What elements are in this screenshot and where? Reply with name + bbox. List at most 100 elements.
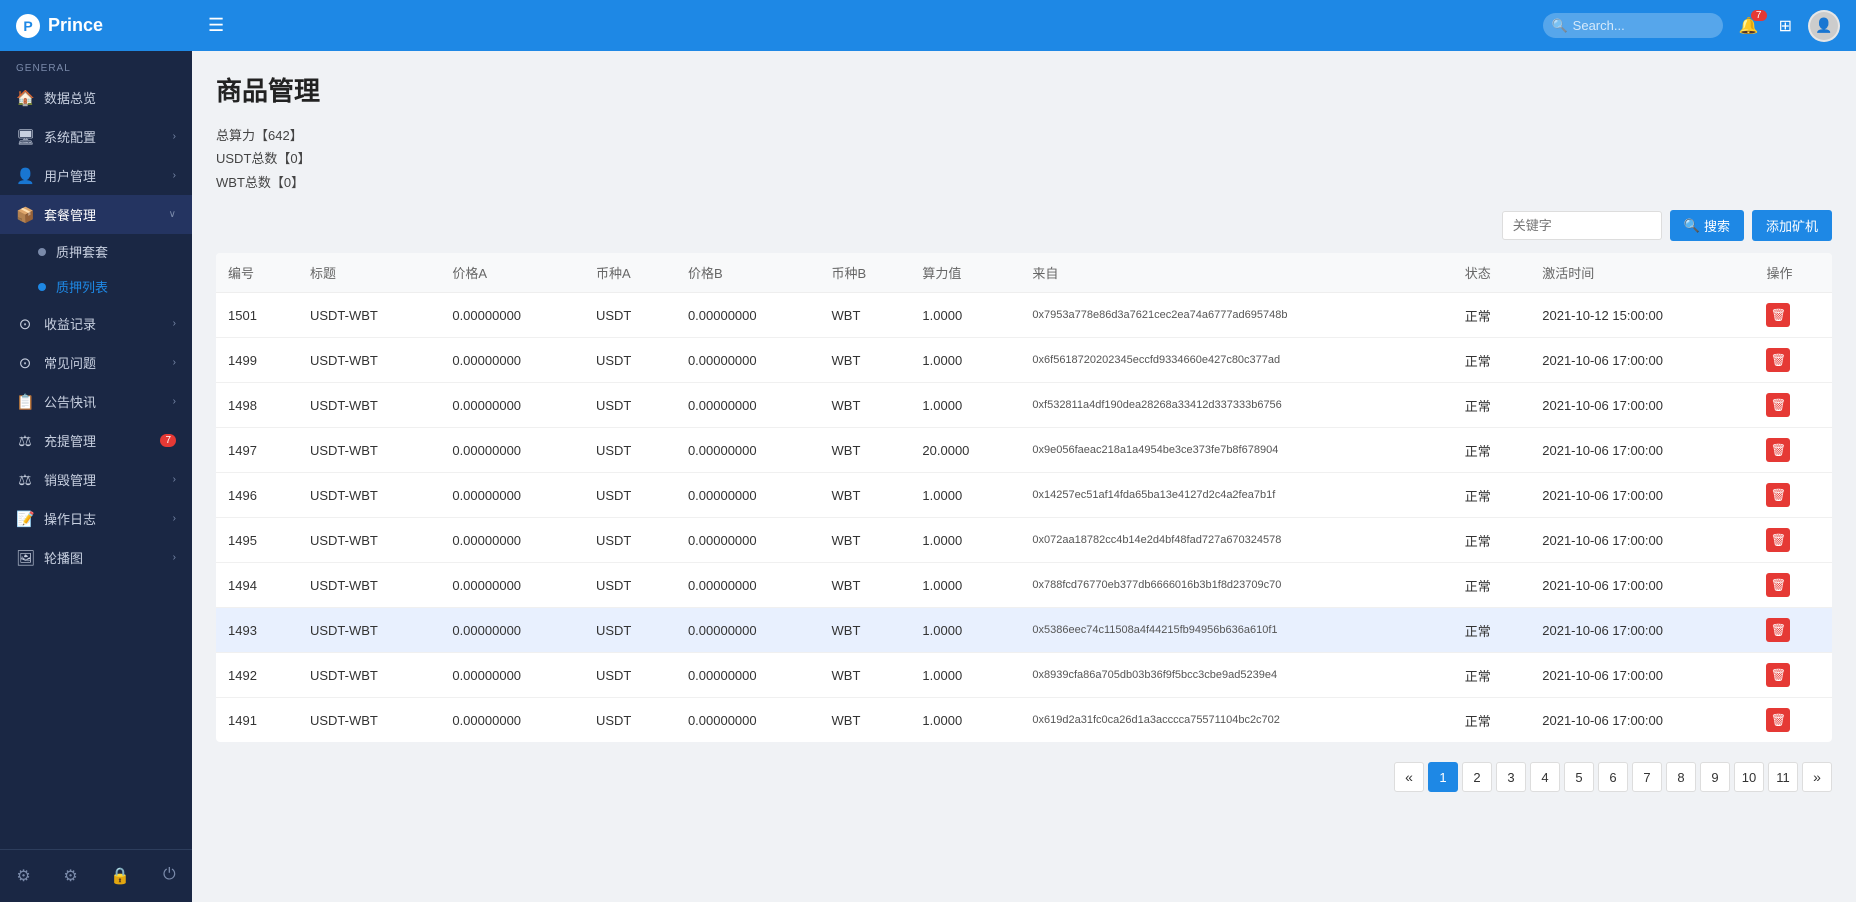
search-wrap: 🔍: [1543, 13, 1723, 38]
sidebar-item-package-manage[interactable]: 📦 套餐管理 ∨: [0, 195, 192, 234]
lock-icon[interactable]: 🔒: [102, 862, 138, 890]
sidebar-section-general: GENERAL: [0, 51, 192, 78]
page-btn-2[interactable]: 2: [1462, 762, 1492, 792]
cell-title: USDT-WBT: [298, 698, 440, 743]
settings-icon[interactable]: ⚙: [8, 862, 38, 890]
delete-button[interactable]: 🗑: [1766, 708, 1790, 732]
menu-toggle-icon[interactable]: ☰: [208, 15, 224, 36]
cell-currency-a: USDT: [584, 473, 676, 518]
sidebar-item-notice[interactable]: 📋 公告快讯 ›: [0, 382, 192, 421]
table-row: 1492 USDT-WBT 0.00000000 USDT 0.00000000…: [216, 653, 1832, 698]
cell-currency-b: WBT: [820, 563, 911, 608]
sidebar-subitem-pledge-package[interactable]: 质押套套: [0, 234, 192, 269]
cell-from: 0x6f5618720202345eccfd9334660e427c80c377…: [1020, 338, 1452, 383]
cell-power: 1.0000: [910, 608, 1020, 653]
page-btn-8[interactable]: 8: [1666, 762, 1696, 792]
page-btn-6[interactable]: 6: [1598, 762, 1628, 792]
tools-icon[interactable]: ⚙: [55, 862, 85, 890]
cell-id: 1493: [216, 608, 298, 653]
page-btn-5[interactable]: 5: [1564, 762, 1594, 792]
cell-currency-b: WBT: [820, 518, 911, 563]
cell-action: 🗑: [1754, 428, 1832, 473]
power-icon[interactable]: ⏻: [155, 862, 184, 890]
cell-price-a: 0.00000000: [440, 338, 584, 383]
cell-title: USDT-WBT: [298, 293, 440, 338]
chevron-right-icon: ›: [173, 474, 176, 485]
sidebar-item-income-records[interactable]: ⊙ 收益记录 ›: [0, 304, 192, 343]
app-logo[interactable]: Prince: [0, 0, 192, 51]
delete-button[interactable]: 🗑: [1766, 618, 1790, 642]
sidebar-item-data-overview[interactable]: 🏠 数据总览: [0, 78, 192, 117]
cell-price-a: 0.00000000: [440, 473, 584, 518]
sidebar-item-label: 收益记录: [44, 314, 96, 333]
col-price-b: 价格B: [676, 253, 820, 293]
cell-currency-b: WBT: [820, 473, 911, 518]
sidebar-subitem-pledge-list[interactable]: 质押列表: [0, 269, 192, 304]
delete-button[interactable]: 🗑: [1766, 348, 1790, 372]
cell-from: 0x5386eec74c11508a4f44215fb94956b636a610…: [1020, 608, 1452, 653]
sidebar-item-system-config[interactable]: 🖥 系统配置 ›: [0, 117, 192, 156]
cell-from: 0x788fcd76770eb377db6666016b3b1f8d23709c…: [1020, 563, 1452, 608]
page-next-button[interactable]: »: [1802, 762, 1832, 792]
chevron-right-icon: ›: [173, 131, 176, 142]
cell-action: 🗑: [1754, 338, 1832, 383]
cell-status: 正常: [1453, 428, 1530, 473]
table-row: 1501 USDT-WBT 0.00000000 USDT 0.00000000…: [216, 293, 1832, 338]
page-btn-7[interactable]: 7: [1632, 762, 1662, 792]
delete-button[interactable]: 🗑: [1766, 573, 1790, 597]
table-row: 1498 USDT-WBT 0.00000000 USDT 0.00000000…: [216, 383, 1832, 428]
cell-price-b: 0.00000000: [676, 338, 820, 383]
cell-title: USDT-WBT: [298, 473, 440, 518]
notification-button[interactable]: 🔔 7: [1735, 12, 1763, 40]
cell-id: 1501: [216, 293, 298, 338]
sidebar-item-carousel[interactable]: 🖼 轮播图 ›: [0, 538, 192, 577]
cell-power: 1.0000: [910, 293, 1020, 338]
cell-price-b: 0.00000000: [676, 428, 820, 473]
faq-icon: ⊙: [16, 354, 34, 372]
delete-button[interactable]: 🗑: [1766, 663, 1790, 687]
sidebar-item-user-manage[interactable]: 👤 用户管理 ›: [0, 156, 192, 195]
sidebar-item-operation-log[interactable]: 📝 操作日志 ›: [0, 499, 192, 538]
layout-icon[interactable]: ⊞: [1775, 12, 1796, 40]
delete-button[interactable]: 🗑: [1766, 528, 1790, 552]
page-title: 商品管理: [216, 71, 1832, 108]
cell-activated: 2021-10-06 17:00:00: [1530, 563, 1754, 608]
sidebar-item-recharge-manage[interactable]: ⚖ 充提管理 7: [0, 421, 192, 460]
package-icon: 📦: [16, 206, 34, 224]
delete-button[interactable]: 🗑: [1766, 483, 1790, 507]
cell-power: 1.0000: [910, 473, 1020, 518]
cell-price-b: 0.00000000: [676, 653, 820, 698]
cell-from: 0x8939cfa86a705db03b36f9f5bcc3cbe9ad5239…: [1020, 653, 1452, 698]
cell-id: 1495: [216, 518, 298, 563]
table-row: 1497 USDT-WBT 0.00000000 USDT 0.00000000…: [216, 428, 1832, 473]
sidebar-item-faq[interactable]: ⊙ 常见问题 ›: [0, 343, 192, 382]
page-btn-11[interactable]: 11: [1768, 762, 1798, 792]
keyword-input[interactable]: [1502, 211, 1662, 240]
search-input[interactable]: [1543, 13, 1723, 38]
delete-button[interactable]: 🗑: [1766, 438, 1790, 462]
page-btn-9[interactable]: 9: [1700, 762, 1730, 792]
toolbar: 🔍 搜索 添加矿机: [216, 210, 1832, 241]
user-avatar[interactable]: 👤: [1808, 10, 1840, 42]
page-btn-1[interactable]: 1: [1428, 762, 1458, 792]
search-button[interactable]: 🔍 搜索: [1670, 210, 1744, 241]
cell-title: USDT-WBT: [298, 383, 440, 428]
cell-status: 正常: [1453, 698, 1530, 743]
delete-button[interactable]: 🗑: [1766, 393, 1790, 417]
delete-button[interactable]: 🗑: [1766, 303, 1790, 327]
cell-id: 1496: [216, 473, 298, 518]
sidebar-subitem-label: 质押列表: [56, 277, 108, 296]
sidebar-item-label: 系统配置: [44, 127, 96, 146]
cell-action: 🗑: [1754, 518, 1832, 563]
cell-price-b: 0.00000000: [676, 698, 820, 743]
page-prev-button[interactable]: «: [1394, 762, 1424, 792]
cell-title: USDT-WBT: [298, 653, 440, 698]
page-btn-4[interactable]: 4: [1530, 762, 1560, 792]
add-machine-button[interactable]: 添加矿机: [1752, 210, 1832, 241]
sidebar-item-sales-manage[interactable]: ⚖ 销毁管理 ›: [0, 460, 192, 499]
cell-from: 0x619d2a31fc0ca26d1a3acccca75571104bc2c7…: [1020, 698, 1452, 743]
chevron-right-icon: ›: [173, 396, 176, 407]
table-row: 1493 USDT-WBT 0.00000000 USDT 0.00000000…: [216, 608, 1832, 653]
page-btn-3[interactable]: 3: [1496, 762, 1526, 792]
page-btn-10[interactable]: 10: [1734, 762, 1764, 792]
